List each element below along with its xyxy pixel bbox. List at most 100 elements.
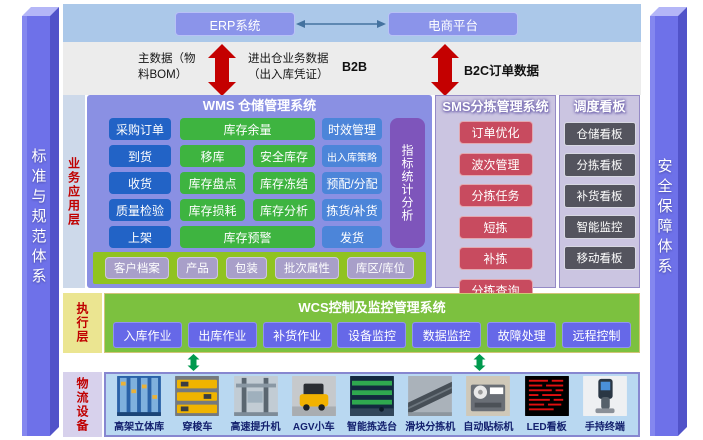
handheld-terminal-photo xyxy=(582,376,628,416)
layer-label-equipment: 物流设备 xyxy=(63,372,102,437)
wms-button-purchase-order[interactable]: 采购订单 xyxy=(109,118,171,140)
left-pillar: 标准与规范体系 xyxy=(24,6,52,430)
sms-title: SMS分拣管理系统 xyxy=(436,96,555,118)
agv-cart-photo xyxy=(291,376,337,416)
dashboard-button-sorting-board[interactable]: 分拣看板 xyxy=(564,153,636,177)
wms-master-data-strip: 客户档案 产品 包装 批次属性 库区/库位 xyxy=(93,252,426,284)
wms-button-quality-check[interactable]: 质量检验 xyxy=(109,199,171,221)
equipment-caption: 滑块分拣机 xyxy=(405,418,455,433)
equipment-tile: 智能拣选台 xyxy=(344,376,400,433)
equipment-tile: 手持终端 xyxy=(577,376,633,433)
wms-button-kpi-analysis[interactable]: 指标统计分析 xyxy=(390,118,425,248)
master-data-label: 主数据（物料BOM） xyxy=(138,52,206,83)
equipment-tile: 穿梭车 xyxy=(169,376,225,433)
architecture-diagram: 标准与规范体系 安全保障体系 ERP系统 电商平台 主数据（物料BOM） 进出仓… xyxy=(0,0,703,440)
sms-button-repick[interactable]: 补拣 xyxy=(459,247,533,270)
wms-button-stock-analysis[interactable]: 库存分析 xyxy=(253,199,315,221)
sms-button-short-pick[interactable]: 短拣 xyxy=(459,216,533,239)
wms-button-stock-freeze[interactable]: 库存冻结 xyxy=(253,172,315,194)
wms-button-putaway[interactable]: 上架 xyxy=(109,226,171,248)
equipment-caption: 高速提升机 xyxy=(231,418,281,433)
wcs-panel: WCS控制及监控管理系统 入库作业 出库作业 补货作业 设备监控 数据监控 故障… xyxy=(104,293,640,353)
auto-labeller-photo xyxy=(465,376,511,416)
wcs-button-device-monitor[interactable]: 设备监控 xyxy=(337,322,406,348)
equipment-tile: 高速提升机 xyxy=(227,376,283,433)
wcs-button-inbound[interactable]: 入库作业 xyxy=(113,322,182,348)
equipment-caption: 智能拣选台 xyxy=(347,418,397,433)
b2c-label: B2C订单数据 xyxy=(464,60,539,79)
external-systems-band: ERP系统 电商平台 xyxy=(63,4,641,42)
wms-button-aging-management[interactable]: 时效管理 xyxy=(322,118,382,140)
wcs-button-row: 入库作业 出库作业 补货作业 设备监控 数据监控 故障处理 远程控制 xyxy=(113,322,631,348)
sms-list: 订单优化 波次管理 分拣任务 短拣 补拣 分拣查询 xyxy=(436,118,555,302)
wms-base-batch-attribute[interactable]: 批次属性 xyxy=(275,257,339,279)
wcs-button-replenishment[interactable]: 补货作业 xyxy=(263,322,332,348)
wms-panel: WMS 仓储管理系统 采购订单 到货 收货 质量检验 上架 库存余量 移库 安全… xyxy=(87,95,432,288)
equipment-caption: LED看板 xyxy=(527,418,567,433)
equipment-tile: LED看板 xyxy=(519,376,575,433)
smart-picking-station-photo xyxy=(349,376,395,416)
dashboard-panel: 调度看板 仓储看板 分拣看板 补货看板 智能监控 移动看板 xyxy=(559,95,640,288)
green-double-arrow-icon xyxy=(186,354,201,371)
wms-base-zone-location[interactable]: 库区/库位 xyxy=(347,257,414,279)
red-double-arrow-icon xyxy=(430,44,460,96)
right-pillar-label: 安全保障体系 xyxy=(654,158,675,278)
high-speed-lifter-photo xyxy=(233,376,279,416)
wms-button-stocktake[interactable]: 库存盘点 xyxy=(180,172,245,194)
wms-button-picking-replenish[interactable]: 拣货/补货 xyxy=(322,199,382,221)
wms-button-io-strategy[interactable]: 出入库策略 xyxy=(322,145,382,167)
data-flow-band: 主数据（物料BOM） 进出仓业务数据（出入库凭证） B2B B2C订单数据 xyxy=(63,42,641,95)
right-pillar: 安全保障体系 xyxy=(650,6,678,430)
high-bay-warehouse-photo xyxy=(116,376,162,416)
wms-button-stock-warning[interactable]: 库存预警 xyxy=(180,226,315,248)
dashboard-button-warehouse-board[interactable]: 仓储看板 xyxy=(564,122,636,146)
equipment-tile: 高架立体库 xyxy=(111,376,167,433)
wms-button-transfer[interactable]: 移库 xyxy=(180,145,245,167)
equipment-caption: AGV小车 xyxy=(293,418,335,433)
dashboard-button-replenish-board[interactable]: 补货看板 xyxy=(564,184,636,208)
wcs-button-remote-control[interactable]: 远程控制 xyxy=(562,322,631,348)
sms-panel: SMS分拣管理系统 订单优化 波次管理 分拣任务 短拣 补拣 分拣查询 xyxy=(435,95,556,288)
wms-base-product[interactable]: 产品 xyxy=(177,257,218,279)
wcs-button-fault-handling[interactable]: 故障处理 xyxy=(487,322,556,348)
wms-button-stock-loss[interactable]: 库存损耗 xyxy=(180,199,245,221)
sms-button-order-optimization[interactable]: 订单优化 xyxy=(459,121,533,144)
ecommerce-platform-box[interactable]: 电商平台 xyxy=(388,12,518,36)
layer-label-execution-text: 执行层 xyxy=(74,302,91,344)
double-arrow-horizontal-icon xyxy=(296,18,386,30)
wms-kpi-analysis-text: 指标统计分析 xyxy=(399,144,416,222)
sms-button-sorting-task[interactable]: 分拣任务 xyxy=(459,184,533,207)
b2b-label: B2B xyxy=(342,60,367,74)
dashboard-button-mobile-board[interactable]: 移动看板 xyxy=(564,246,636,270)
io-data-label: 进出仓业务数据（出入库凭证） xyxy=(248,52,336,83)
equipment-tile: 滑块分拣机 xyxy=(402,376,458,433)
dashboard-button-smart-monitor[interactable]: 智能监控 xyxy=(564,215,636,239)
green-double-arrow-icon xyxy=(472,354,487,371)
shuttle-car-photo xyxy=(174,376,220,416)
wms-button-preallocation[interactable]: 预配/分配 xyxy=(322,172,382,194)
wms-button-arrival[interactable]: 到货 xyxy=(109,145,171,167)
wms-button-inventory-balance[interactable]: 库存余量 xyxy=(180,118,315,140)
wcs-button-data-monitor[interactable]: 数据监控 xyxy=(412,322,481,348)
wcs-button-outbound[interactable]: 出库作业 xyxy=(188,322,257,348)
sms-button-wave-management[interactable]: 波次管理 xyxy=(459,153,533,176)
erp-system-box[interactable]: ERP系统 xyxy=(175,12,295,36)
equipment-caption: 手持终端 xyxy=(585,418,625,433)
wms-button-receiving[interactable]: 收货 xyxy=(109,172,171,194)
wms-button-shipping[interactable]: 发货 xyxy=(322,226,382,248)
red-double-arrow-icon xyxy=(207,44,237,96)
layer-label-execution: 执行层 xyxy=(63,293,102,353)
layer-label-business-text: 业务应用层 xyxy=(66,157,83,227)
wms-title: WMS 仓储管理系统 xyxy=(87,95,432,117)
equipment-caption: 自动贴标机 xyxy=(463,418,513,433)
equipment-tile: 自动贴标机 xyxy=(460,376,516,433)
wcs-title: WCS控制及监控管理系统 xyxy=(105,297,639,319)
equipment-panel: 高架立体库 穿梭车 高速提升机 xyxy=(104,372,640,437)
led-board-photo xyxy=(524,376,570,416)
wms-base-packaging[interactable]: 包装 xyxy=(226,257,267,279)
equipment-tile: AGV小车 xyxy=(286,376,342,433)
wms-base-customer-files[interactable]: 客户档案 xyxy=(105,257,169,279)
layer-label-business: 业务应用层 xyxy=(63,95,85,288)
dashboard-title: 调度看板 xyxy=(560,96,639,118)
wms-button-safety-stock[interactable]: 安全库存 xyxy=(253,145,315,167)
